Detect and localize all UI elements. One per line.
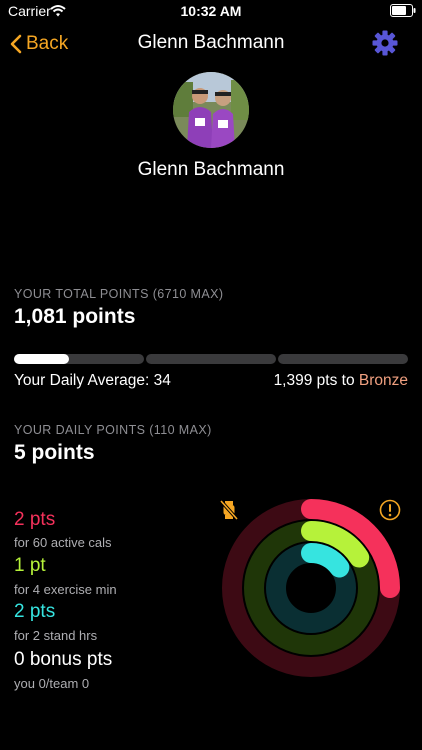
daily-points-label: YOUR DAILY POINTS (110 MAX): [14, 423, 212, 437]
alert-icon[interactable]: [379, 499, 401, 521]
points-to-next-tier: 1,399 pts to Bronze: [274, 372, 408, 390]
progress-segment: [278, 354, 408, 364]
gear-icon[interactable]: [372, 30, 398, 56]
status-time: 10:32 AM: [180, 3, 242, 19]
exercise-detail: for 4 exercise min: [14, 582, 117, 597]
progress-segment: [146, 354, 276, 364]
points-progress-bar: [14, 354, 408, 364]
progress-fill: [14, 354, 69, 364]
total-points-label: YOUR TOTAL POINTS (6710 MAX): [14, 287, 224, 301]
profile-name: Glenn Bachmann: [137, 159, 285, 180]
chevron-left-icon: [10, 34, 22, 54]
battery-icon: [390, 4, 416, 17]
page-title: Glenn Bachmann: [137, 32, 285, 53]
daily-average: Your Daily Average: 34: [14, 372, 171, 389]
back-label: Back: [26, 33, 69, 54]
move-points: 2 pts: [14, 509, 56, 530]
daily-points-value: 5 points: [14, 441, 95, 464]
points-to-next-prefix: 1,399 pts to: [273, 372, 359, 389]
activity-rings: [222, 499, 400, 677]
avatar[interactable]: [173, 72, 249, 148]
next-tier-name: Bronze: [358, 372, 408, 389]
no-watch-icon[interactable]: [218, 499, 240, 521]
move-detail: for 60 active cals: [14, 535, 112, 550]
bonus-points: 0 bonus pts: [14, 649, 113, 670]
stand-detail: for 2 stand hrs: [14, 628, 98, 643]
back-button[interactable]: Back: [10, 30, 68, 58]
total-points-value: 1,081 points: [14, 305, 136, 328]
stand-points: 2 pts: [14, 601, 56, 622]
bonus-detail: you 0/team 0: [14, 676, 90, 691]
exercise-points: 1 pt: [14, 555, 46, 576]
status-bar: Carrier 10:32 AM: [0, 0, 422, 22]
